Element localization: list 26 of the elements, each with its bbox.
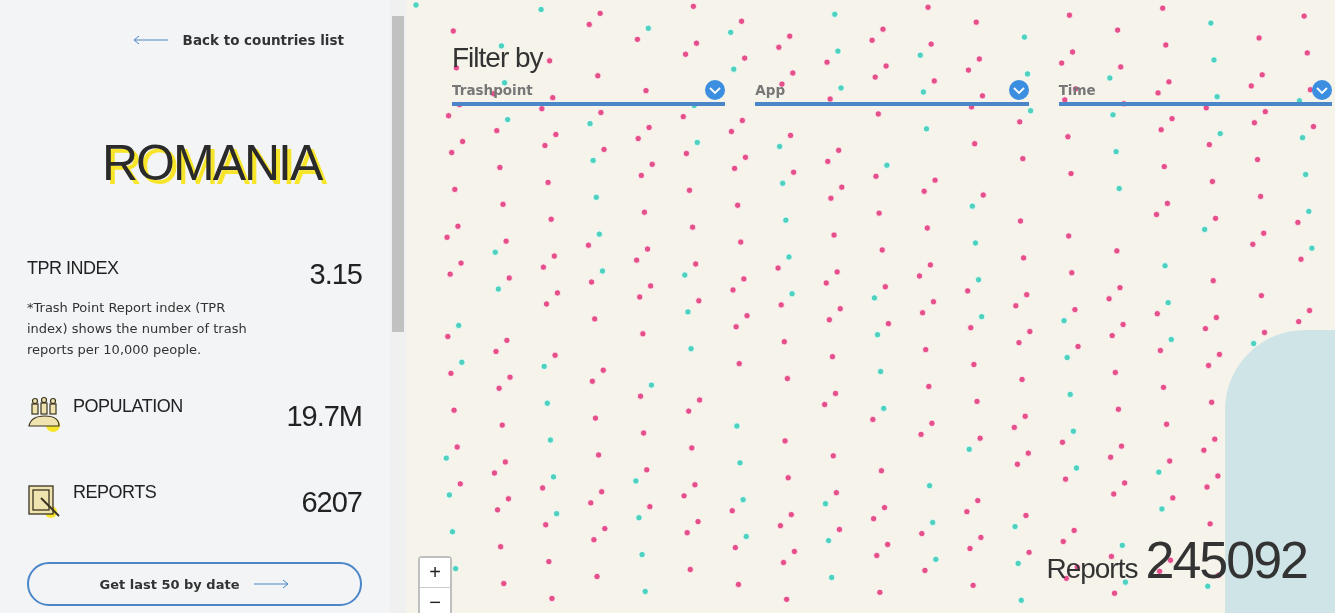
reports-total-label: Reports [1046, 553, 1138, 585]
chevron-down-icon [1008, 80, 1029, 100]
arrow-right-icon [253, 579, 290, 589]
back-link[interactable]: Back to countries list [132, 32, 344, 48]
tpr-index-value: 3.15 [309, 258, 362, 291]
filter-dropdown[interactable]: Trashpoint [452, 80, 726, 106]
stat-label: REPORTS [73, 482, 157, 503]
chevron-down-icon [705, 80, 726, 100]
map[interactable]: Filter by Trashpoint App Time + − Reports 245092 [406, 0, 1335, 613]
stat-value: 19.7M [286, 400, 362, 433]
tpr-index-label: TPR INDEX [27, 258, 119, 279]
filter-dropdown[interactable]: App [755, 80, 1029, 106]
filter-title: Filter by [452, 42, 545, 74]
people-icon [27, 396, 63, 432]
scrollbar[interactable] [390, 0, 406, 613]
country-title: ROMANIA [102, 134, 322, 192]
scrollbar-thumb[interactable] [392, 16, 404, 332]
get-last-button[interactable]: Get last 50 by date [27, 562, 362, 606]
chevron-down-icon [1312, 80, 1332, 100]
stat-label: POPULATION [73, 396, 183, 417]
arrow-left-icon [132, 35, 169, 45]
reports-total-value: 245092 [1145, 530, 1307, 590]
stat-value: 6207 [301, 486, 362, 519]
zoom-in-button[interactable]: + [420, 558, 450, 588]
tpr-note: *Trash Point Report index (TPR index) shows the number of trash reports per 10,000 people. [27, 299, 248, 359]
filter-dropdown[interactable]: Time [1058, 80, 1332, 106]
